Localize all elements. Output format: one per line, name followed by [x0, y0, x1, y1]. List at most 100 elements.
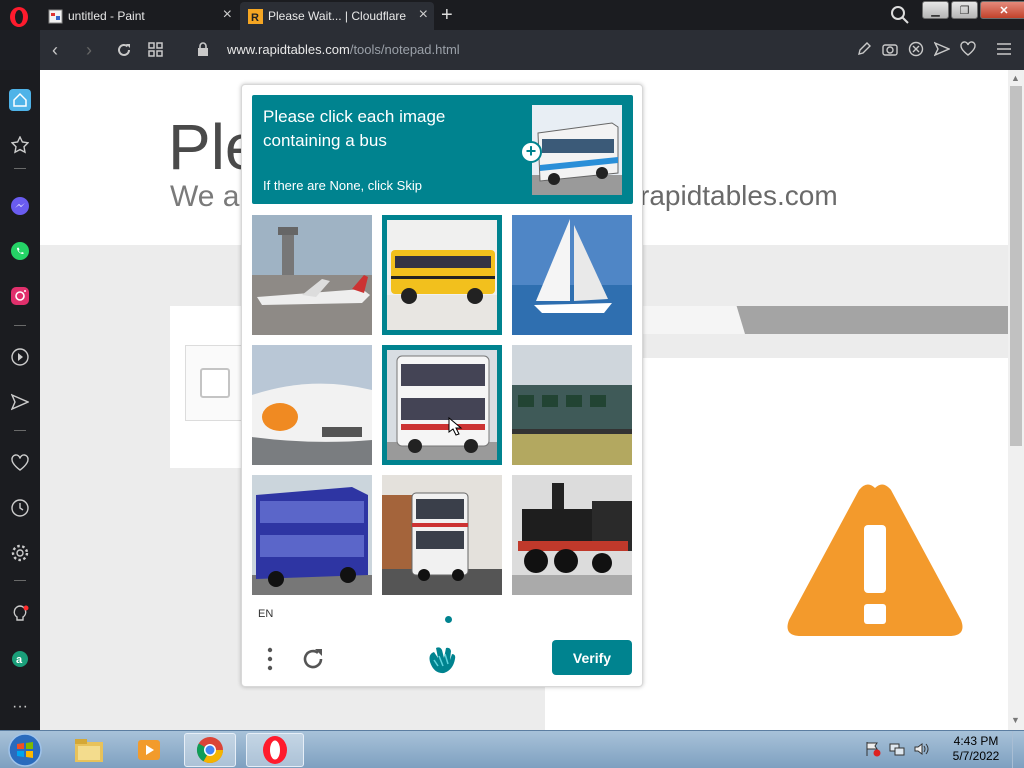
tab-label: Please Wait... | Cloudflare	[268, 9, 407, 23]
network-icon[interactable]	[889, 741, 905, 757]
close-tab-icon[interactable]: ×	[223, 6, 232, 24]
maximize-button[interactable]: ❐	[951, 1, 978, 19]
more-options-icon[interactable]	[264, 646, 276, 672]
grid-image-6[interactable]	[512, 345, 632, 465]
progress-band-light	[640, 306, 745, 334]
send-icon[interactable]	[934, 41, 950, 57]
enlarge-sample-icon[interactable]: +	[520, 141, 542, 163]
tab-label: untitled - Paint	[68, 9, 145, 23]
refresh-challenge-icon[interactable]	[300, 646, 326, 672]
grid-image-9[interactable]	[512, 475, 632, 595]
chrome-icon	[196, 737, 224, 764]
svg-text:R: R	[251, 12, 259, 24]
search-icon[interactable]	[890, 5, 910, 25]
new-tab-button[interactable]: +	[441, 2, 453, 28]
challenge-instruction: Please click each image containing a bus	[263, 107, 446, 150]
tips-lightbulb-icon[interactable]	[9, 603, 31, 625]
aria-icon[interactable]: a	[9, 648, 31, 670]
clock-time: 4:43 PM	[953, 734, 999, 748]
page-scrollbar[interactable]: ▲ ▼	[1008, 70, 1024, 730]
opera-icon	[263, 736, 287, 764]
taskbar-chrome[interactable]	[184, 733, 236, 767]
grid-image-2[interactable]	[382, 215, 502, 335]
scroll-thumb[interactable]	[1010, 86, 1022, 446]
page-subtitle-domain: rapidtables.com	[640, 180, 838, 211]
taskbar-clock[interactable]: 4:43 PM 5/7/2022	[948, 734, 1004, 764]
challenge-header: Please click each image containing a bus…	[252, 95, 633, 204]
human-checkbox[interactable]	[200, 368, 230, 398]
show-desktop-button[interactable]	[1012, 731, 1024, 768]
media-player-icon	[138, 740, 160, 760]
taskbar-opera[interactable]	[246, 733, 304, 767]
sidebar-divider	[14, 325, 26, 326]
challenge-footer: Verify	[242, 630, 642, 686]
page-subtitle: We ar	[170, 180, 250, 213]
history-icon[interactable]	[9, 497, 31, 519]
warning-icon	[787, 484, 963, 636]
sidebar-divider	[14, 168, 26, 169]
url-path: /tools/notepad.html	[349, 42, 460, 57]
easy-setup-icon[interactable]	[996, 41, 1012, 57]
sample-bus-image[interactable]	[532, 105, 622, 195]
whatsapp-icon[interactable]	[9, 240, 31, 262]
sidebar-divider	[14, 430, 26, 431]
more-sidebar-icon[interactable]: ···	[9, 696, 31, 718]
paint-icon	[48, 9, 63, 23]
scroll-up-icon[interactable]: ▲	[1011, 73, 1020, 83]
taskbar-explorer[interactable]	[63, 733, 115, 767]
instagram-icon[interactable]	[9, 285, 31, 307]
grid-image-4[interactable]	[252, 345, 372, 465]
sidebar-divider	[14, 580, 26, 581]
favorites-heart-icon[interactable]	[9, 452, 31, 474]
speed-dial-icon[interactable]	[148, 42, 163, 57]
adblock-icon[interactable]	[908, 41, 924, 57]
hcaptcha-challenge: Please click each image containing a bus…	[241, 84, 643, 687]
url-field[interactable]: www.rapidtables.com/tools/notepad.html	[227, 42, 460, 57]
forward-icon[interactable]: ›	[86, 40, 92, 61]
clock-date: 5/7/2022	[952, 749, 1000, 763]
camera-icon[interactable]	[882, 41, 898, 57]
minimize-button[interactable]: ▁	[922, 1, 949, 19]
tab-cloudflare[interactable]: R Please Wait... | Cloudflare ×	[240, 2, 434, 30]
svg-text:a: a	[16, 654, 23, 666]
system-tray	[865, 741, 929, 757]
messenger-icon[interactable]	[9, 195, 31, 217]
opera-sidebar: a ···	[0, 70, 40, 730]
tab-bar: untitled - Paint × R Please Wait... | Cl…	[0, 0, 1024, 30]
action-center-flag-icon[interactable]	[865, 741, 881, 757]
address-actions	[856, 41, 976, 57]
start-button-icon[interactable]	[5, 732, 45, 768]
grid-image-3[interactable]	[512, 215, 632, 335]
bookmarks-icon[interactable]	[9, 134, 31, 156]
home-icon[interactable]	[9, 89, 31, 111]
back-icon[interactable]: ‹	[52, 40, 58, 61]
image-grid	[252, 215, 633, 596]
player-icon[interactable]	[9, 346, 31, 368]
scroll-down-icon[interactable]: ▼	[1011, 715, 1020, 725]
skip-hint: If there are None, click Skip	[263, 178, 422, 193]
reload-icon[interactable]	[116, 42, 132, 58]
heart-icon[interactable]	[960, 41, 976, 57]
address-bar: ‹ › www.rapidtables.com/tools/notepad.ht…	[40, 30, 1024, 70]
verify-button[interactable]: Verify	[552, 640, 632, 675]
my-flow-icon[interactable]	[9, 391, 31, 413]
grid-image-1[interactable]	[252, 215, 372, 335]
folder-icon	[75, 739, 103, 762]
taskbar-media-player[interactable]	[123, 733, 175, 767]
rapidtables-favicon-icon: R	[248, 8, 263, 24]
language-selector[interactable]: EN	[258, 608, 273, 620]
grid-image-5[interactable]	[382, 345, 502, 465]
grid-image-7[interactable]	[252, 475, 372, 595]
windows-taskbar: 4:43 PM 5/7/2022	[0, 730, 1024, 768]
edit-icon[interactable]	[856, 41, 872, 57]
url-domain: www.rapidtables.com	[227, 42, 350, 57]
volume-icon[interactable]	[913, 741, 929, 757]
hcaptcha-logo-icon[interactable]	[424, 642, 458, 676]
grid-image-8[interactable]	[382, 475, 502, 595]
settings-gear-icon[interactable]	[9, 542, 31, 564]
opera-logo-icon[interactable]	[8, 6, 30, 28]
lock-icon[interactable]	[197, 42, 209, 57]
tab-paint[interactable]: untitled - Paint ×	[40, 2, 238, 30]
close-window-button[interactable]: ✕	[980, 1, 1024, 19]
close-tab-icon[interactable]: ×	[419, 6, 428, 24]
